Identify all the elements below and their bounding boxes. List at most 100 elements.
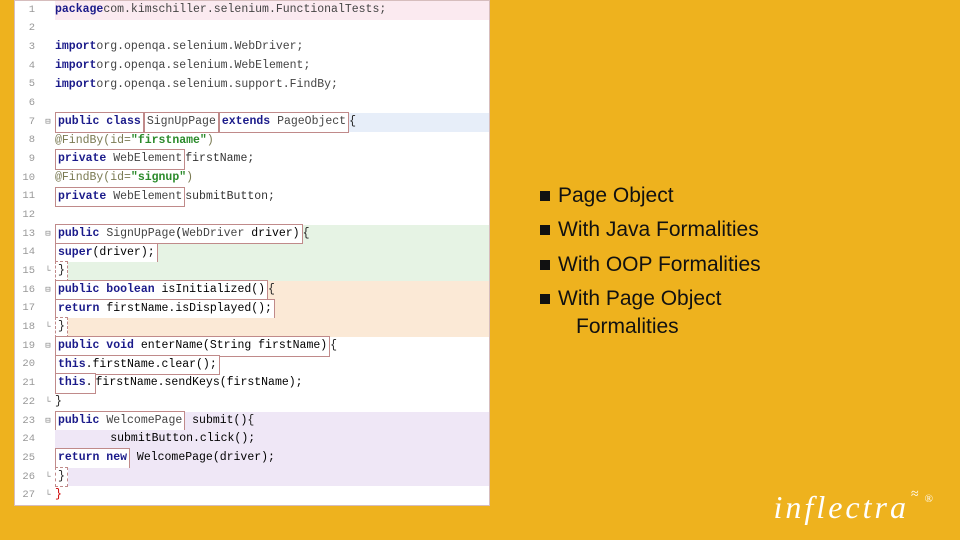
line-number: 20 [15,356,41,375]
bullet-item: Page Object [540,182,940,210]
bullet-text: With OOP Formalities [558,251,761,279]
code-source: } [55,468,489,487]
code-source: import org.openqa.selenium.WebElement; [55,57,489,76]
line-number: 10 [15,169,41,188]
line-number: 26 [15,468,41,487]
fold-gutter-icon: └ [41,318,55,337]
line-number: 11 [15,188,41,207]
code-source: submitButton.click(); [55,430,489,449]
bullet-list: Page Object With Java Formalities With O… [540,182,940,348]
code-source: public WelcomePage submit(){ [55,412,489,431]
code-source: import org.openqa.selenium.WebDriver; [55,38,489,57]
line-number: 27 [15,486,41,505]
code-line: 23⊟ public WelcomePage submit(){ [15,412,489,431]
code-line: 9 private WebElement firstName; [15,150,489,169]
line-number: 25 [15,449,41,468]
bullet-text: Page Object [558,182,674,210]
fold-gutter-icon [41,430,55,449]
line-number: 21 [15,374,41,393]
fold-gutter-icon [41,169,55,188]
code-line: 27└} [15,486,489,505]
line-number: 22 [15,393,41,412]
bullet-icon [540,225,550,235]
fold-gutter-icon: └ [41,393,55,412]
bullet-item: With Java Formalities [540,216,940,244]
line-number: 23 [15,412,41,431]
fold-gutter-icon [41,150,55,169]
code-line: 12 [15,206,489,225]
line-number: 17 [15,300,41,319]
fold-gutter-icon [41,356,55,375]
line-number: 12 [15,206,41,225]
code-panel: 1package com.kimschiller.selenium.Functi… [14,0,490,506]
bullet-icon [540,294,550,304]
fold-gutter-icon [41,38,55,57]
line-number: 4 [15,57,41,76]
code-source: this.firstName.clear(); [55,356,489,375]
line-number: 14 [15,244,41,263]
code-source [55,20,489,39]
line-number: 24 [15,430,41,449]
line-number: 6 [15,94,41,113]
fold-gutter-icon: └ [41,468,55,487]
code-source: private WebElement firstName; [55,150,489,169]
code-source: } [55,262,489,281]
fold-gutter-icon [41,300,55,319]
code-line: 2 [15,20,489,39]
code-line: 8 @FindBy(id="firstname") [15,132,489,151]
code-line: 20 this.firstName.clear(); [15,356,489,375]
fold-gutter-icon [41,244,55,263]
line-number: 8 [15,132,41,151]
fold-gutter-icon: ⊟ [41,113,55,132]
code-line: 1package com.kimschiller.selenium.Functi… [15,1,489,20]
fold-gutter-icon: ⊟ [41,412,55,431]
fold-gutter-icon [41,76,55,95]
code-source: } [55,318,489,337]
code-line: 24 submitButton.click(); [15,430,489,449]
fold-gutter-icon: └ [41,262,55,281]
line-number: 9 [15,150,41,169]
code-line: 4 import org.openqa.selenium.WebElement; [15,57,489,76]
code-line: 22└ } [15,393,489,412]
code-line: 13⊟ public SignUpPage(WebDriver driver) … [15,225,489,244]
fold-gutter-icon [41,449,55,468]
code-source: public void enterName(String firstName){ [55,337,489,356]
fold-gutter-icon: ⊟ [41,225,55,244]
fold-gutter-icon: ⊟ [41,337,55,356]
line-number: 3 [15,38,41,57]
logo-registered-icon: ® [925,493,936,505]
code-line: 26└ } [15,468,489,487]
fold-gutter-icon: └ [41,486,55,505]
code-source [55,94,489,113]
line-number: 7 [15,113,41,132]
code-line: 17 return firstName.isDisplayed(); [15,300,489,319]
code-source: public boolean isInitialized() { [55,281,489,300]
code-source: super(driver); [55,244,489,263]
code-line: 14 super(driver); [15,244,489,263]
bullet-icon [540,191,550,201]
bullet-item: With OOP Formalities [540,251,940,279]
line-number: 13 [15,225,41,244]
line-number: 2 [15,20,41,39]
fold-gutter-icon [41,20,55,39]
bullet-text-continuation: Formalities [576,313,721,341]
code-source: this.firstName.sendKeys(firstName); [55,374,489,393]
code-source: } [55,393,489,412]
code-line: 18└ } [15,318,489,337]
line-number: 5 [15,76,41,95]
code-line: 11 private WebElement submitButton; [15,188,489,207]
code-source: import org.openqa.selenium.support.FindB… [55,76,489,95]
code-source: package com.kimschiller.selenium.Functio… [55,1,489,20]
code-source: private WebElement submitButton; [55,188,489,207]
code-source [55,206,489,225]
logo-swoosh-icon: ≈ [911,487,922,503]
code-line: 10 @FindBy(id="signup") [15,169,489,188]
fold-gutter-icon [41,94,55,113]
code-line: 21 this.firstName.sendKeys(firstName); [15,374,489,393]
code-source: } [55,486,489,505]
code-source: return new WelcomePage(driver); [55,449,489,468]
code-line: 6 [15,94,489,113]
fold-gutter-icon [41,132,55,151]
code-line: 19⊟ public void enterName(String firstNa… [15,337,489,356]
logo: inflectra ≈ ® [774,489,936,526]
